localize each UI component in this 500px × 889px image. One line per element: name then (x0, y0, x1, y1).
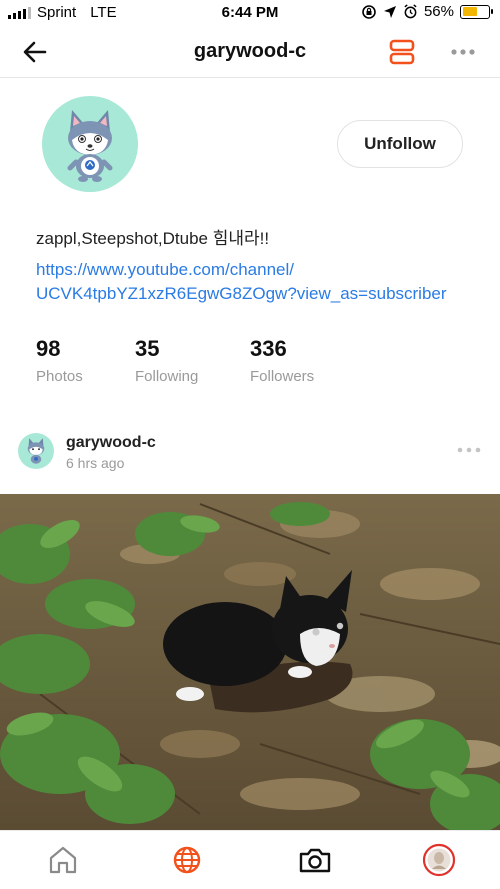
more-options-button[interactable] (448, 40, 478, 64)
stat-photos-value: 98 (36, 336, 61, 361)
more-dots-icon (457, 447, 481, 453)
post-timestamp: 6 hrs ago (66, 455, 125, 471)
tab-explore[interactable] (170, 843, 204, 877)
alarm-icon (404, 4, 417, 19)
stat-followers[interactable]: 336 Followers (250, 336, 314, 385)
tab-camera[interactable] (298, 843, 332, 877)
stat-following-label: Following (135, 368, 199, 385)
husky-avatar-icon (27, 438, 45, 464)
battery-level (462, 7, 477, 16)
tab-home[interactable] (46, 843, 80, 877)
post-author-avatar[interactable] (18, 433, 54, 469)
stat-photos[interactable]: 98 Photos (36, 336, 83, 385)
battery-icon (460, 4, 493, 19)
profile-avatar (42, 96, 138, 192)
profile-link[interactable]: https://www.youtube.com/channel/ UCVK4tp… (36, 258, 476, 306)
stat-following-value: 35 (135, 336, 160, 361)
post-options-button[interactable] (456, 442, 482, 458)
battery-percent: 56% (423, 3, 454, 20)
rotation-lock-icon (362, 4, 376, 19)
home-icon (49, 846, 77, 874)
profile-link-line2[interactable]: UCVK4tpbYZ1xzR6EgwG8ZOgw?view_as=subscri… (36, 282, 476, 306)
status-bar: Sprint LTE 6:44 PM 56% (0, 0, 500, 26)
unfollow-button[interactable]: Unfollow (337, 120, 463, 168)
layout-toggle-icon (389, 39, 415, 65)
stat-following[interactable]: 35 Following (135, 336, 198, 385)
profile-bio: zappl,Steepshot,Dtube 힘내라!! (36, 229, 270, 248)
globe-icon (173, 846, 201, 874)
layout-toggle-button[interactable] (388, 38, 416, 66)
post-author-name[interactable]: garywood-c (66, 434, 156, 452)
more-dots-icon (451, 49, 475, 55)
black-and-white-kitten-photo (0, 494, 500, 830)
stat-followers-label: Followers (250, 368, 315, 385)
stat-photos-label: Photos (36, 368, 83, 385)
profile-avatar-icon (422, 843, 456, 877)
camera-icon (299, 848, 331, 873)
location-icon (383, 5, 396, 18)
bottom-tab-bar (0, 830, 500, 889)
page-title: garywood-c (193, 40, 307, 62)
tab-profile[interactable] (422, 843, 456, 877)
stat-followers-value: 336 (250, 336, 287, 361)
profile-link-line1[interactable]: https://www.youtube.com/channel/ (36, 258, 476, 282)
post-photo[interactable] (0, 494, 500, 830)
status-right: 56% (361, 3, 493, 20)
husky-avatar-icon (67, 110, 113, 182)
app-header: garywood-c (0, 26, 500, 78)
